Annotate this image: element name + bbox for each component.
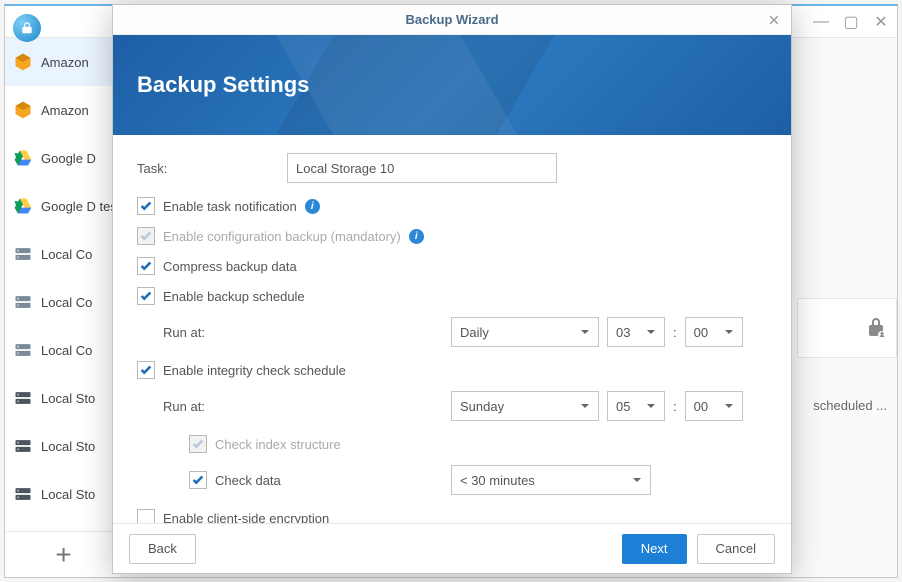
lock-user-icon[interactable] <box>864 316 888 340</box>
window-minimize-icon[interactable]: — <box>813 14 829 30</box>
enable-integrity-label: Enable integrity check schedule <box>163 363 346 378</box>
info-icon[interactable]: i <box>305 199 320 214</box>
info-icon[interactable]: i <box>409 229 424 244</box>
sidebar-item[interactable]: Amazon <box>5 38 122 86</box>
plus-icon: + <box>55 539 71 571</box>
drive-icon <box>13 196 33 216</box>
server-icon <box>13 244 33 264</box>
check-data-duration-select[interactable]: < 30 minutes <box>451 465 651 495</box>
enable-schedule-checkbox[interactable] <box>137 287 155 305</box>
sidebar-item[interactable]: Amazon <box>5 86 122 134</box>
backup-wizard-modal: Backup Wizard Backup Settings Task: Enab… <box>112 4 792 574</box>
add-task-button[interactable]: + <box>5 531 122 577</box>
detail-panel <box>797 298 897 358</box>
window-close-icon[interactable]: ✕ <box>873 14 889 30</box>
chevron-down-icon <box>580 325 590 340</box>
chevron-down-icon <box>724 325 734 340</box>
sidebar-item[interactable]: Local Sto <box>5 470 122 518</box>
sidebar-item-label: Google D <box>41 151 96 166</box>
sidebar-item-label: Local Co <box>41 247 92 262</box>
time-separator: : <box>673 399 677 414</box>
sidebar-item-label: Amazon <box>41 55 89 70</box>
sidebar-item[interactable]: Local Sto <box>5 422 122 470</box>
enable-config-backup-label: Enable configuration backup (mandatory) <box>163 229 401 244</box>
server-icon <box>13 340 33 360</box>
sidebar-item[interactable]: Local Co <box>5 278 122 326</box>
enable-config-backup-checkbox <box>137 227 155 245</box>
enable-integrity-checkbox[interactable] <box>137 361 155 379</box>
next-button[interactable]: Next <box>622 534 687 564</box>
sidebar-item[interactable]: Local Co <box>5 230 122 278</box>
sidebar-item[interactable]: Local Sto <box>5 374 122 422</box>
task-label: Task: <box>137 161 287 176</box>
sidebar-item-label: Amazon <box>41 103 89 118</box>
modal-banner: Backup Settings <box>113 35 791 135</box>
modal-banner-title: Backup Settings <box>137 72 309 98</box>
background-status-text: scheduled ... <box>813 398 887 413</box>
box-icon <box>13 100 33 120</box>
back-button[interactable]: Back <box>129 534 196 564</box>
compress-data-checkbox[interactable] <box>137 257 155 275</box>
check-index-checkbox <box>189 435 207 453</box>
sidebar-item-label: Local Co <box>41 343 92 358</box>
modal-footer: Back Next Cancel <box>113 523 791 573</box>
server-dark-icon <box>13 388 33 408</box>
enable-notification-checkbox[interactable] <box>137 197 155 215</box>
check-data-label: Check data <box>215 473 281 488</box>
chevron-down-icon <box>580 399 590 414</box>
window-maximize-icon[interactable]: ▢ <box>843 14 859 30</box>
time-separator: : <box>673 325 677 340</box>
schedule-hour-select[interactable]: 03 <box>607 317 665 347</box>
enable-schedule-label: Enable backup schedule <box>163 289 305 304</box>
integrity-run-at-label: Run at: <box>163 399 443 414</box>
task-name-input[interactable] <box>287 153 557 183</box>
server-icon <box>13 292 33 312</box>
sidebar-item[interactable]: Local Co <box>5 326 122 374</box>
chevron-down-icon <box>724 399 734 414</box>
enable-encryption-label: Enable client-side encryption <box>163 511 329 524</box>
enable-encryption-checkbox[interactable] <box>137 509 155 523</box>
modal-title-text: Backup Wizard <box>405 12 498 27</box>
modal-content: Task: Enable task notification i Enable … <box>113 135 791 523</box>
schedule-run-at-label: Run at: <box>163 325 443 340</box>
server-dark-icon <box>13 436 33 456</box>
cancel-button[interactable]: Cancel <box>697 534 775 564</box>
sidebar: Amazon Amazon Google D Google D test Local C… <box>5 38 123 577</box>
integrity-minute-select[interactable]: 00 <box>685 391 743 421</box>
integrity-hour-select[interactable]: 05 <box>607 391 665 421</box>
modal-titlebar: Backup Wizard <box>113 5 791 35</box>
chevron-down-icon <box>646 325 656 340</box>
chevron-down-icon <box>632 473 642 488</box>
app-logo-icon <box>13 14 41 42</box>
box-icon <box>13 52 33 72</box>
sidebar-item-label: Local Co <box>41 295 92 310</box>
sidebar-item-label: Local Sto <box>41 391 95 406</box>
server-dark-icon <box>13 484 33 504</box>
schedule-minute-select[interactable]: 00 <box>685 317 743 347</box>
check-index-label: Check index structure <box>215 437 341 452</box>
integrity-frequency-select[interactable]: Sunday <box>451 391 599 421</box>
modal-close-button[interactable] <box>765 11 783 29</box>
sidebar-item-label: Local Sto <box>41 439 95 454</box>
sidebar-item-label: Local Sto <box>41 487 95 502</box>
schedule-frequency-select[interactable]: Daily <box>451 317 599 347</box>
sidebar-item-label: Google D test <box>41 199 121 214</box>
drive-icon <box>13 148 33 168</box>
sidebar-item[interactable]: Google D <box>5 134 122 182</box>
enable-notification-label: Enable task notification <box>163 199 297 214</box>
sidebar-item[interactable]: Google D test <box>5 182 122 230</box>
check-data-checkbox[interactable] <box>189 471 207 489</box>
compress-data-label: Compress backup data <box>163 259 297 274</box>
chevron-down-icon <box>646 399 656 414</box>
